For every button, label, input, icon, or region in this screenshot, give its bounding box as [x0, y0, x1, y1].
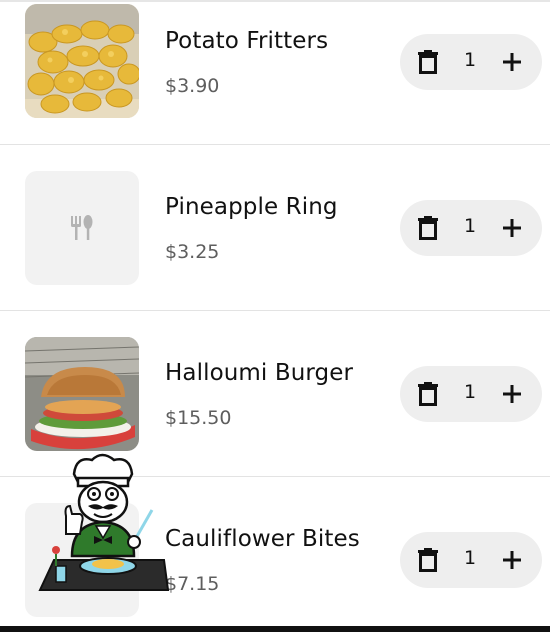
plus-icon[interactable] [502, 550, 522, 570]
item-image-placeholder [25, 171, 139, 285]
item-name: Cauliflower Bites [165, 526, 360, 552]
item-price: $3.90 [165, 75, 220, 97]
trash-icon[interactable] [417, 548, 439, 572]
item-name: Halloumi Burger [165, 360, 354, 386]
plus-icon[interactable] [502, 52, 522, 72]
item-name: Pineapple Ring [165, 194, 338, 220]
item-photo-halloumi-burger [25, 337, 139, 451]
quantity-stepper: 1 [400, 366, 542, 422]
quantity-stepper: 1 [400, 532, 542, 588]
fork-knife-icon [71, 215, 93, 240]
trash-icon[interactable] [417, 216, 439, 240]
plus-icon[interactable] [502, 384, 522, 404]
trash-icon[interactable] [417, 50, 439, 74]
quantity-value: 1 [463, 49, 477, 71]
quantity-value: 1 [463, 547, 477, 569]
item-price: $3.25 [165, 241, 220, 263]
chef-mascot-icon [38, 453, 170, 591]
cart-item: Potato Fritters $3.90 1 [0, 0, 550, 145]
item-price: $7.15 [165, 573, 220, 595]
quantity-value: 1 [463, 381, 477, 403]
trash-icon[interactable] [417, 382, 439, 406]
quantity-stepper: 1 [400, 200, 542, 256]
cart-item: Pineapple Ring $3.25 1 [0, 145, 550, 311]
item-price: $15.50 [165, 407, 232, 429]
item-photo-potato-fritters [25, 4, 139, 118]
quantity-value: 1 [463, 215, 477, 237]
item-name: Potato Fritters [165, 28, 329, 54]
plus-icon[interactable] [502, 218, 522, 238]
quantity-stepper: 1 [400, 34, 542, 90]
bottom-edge-bar [0, 626, 550, 632]
